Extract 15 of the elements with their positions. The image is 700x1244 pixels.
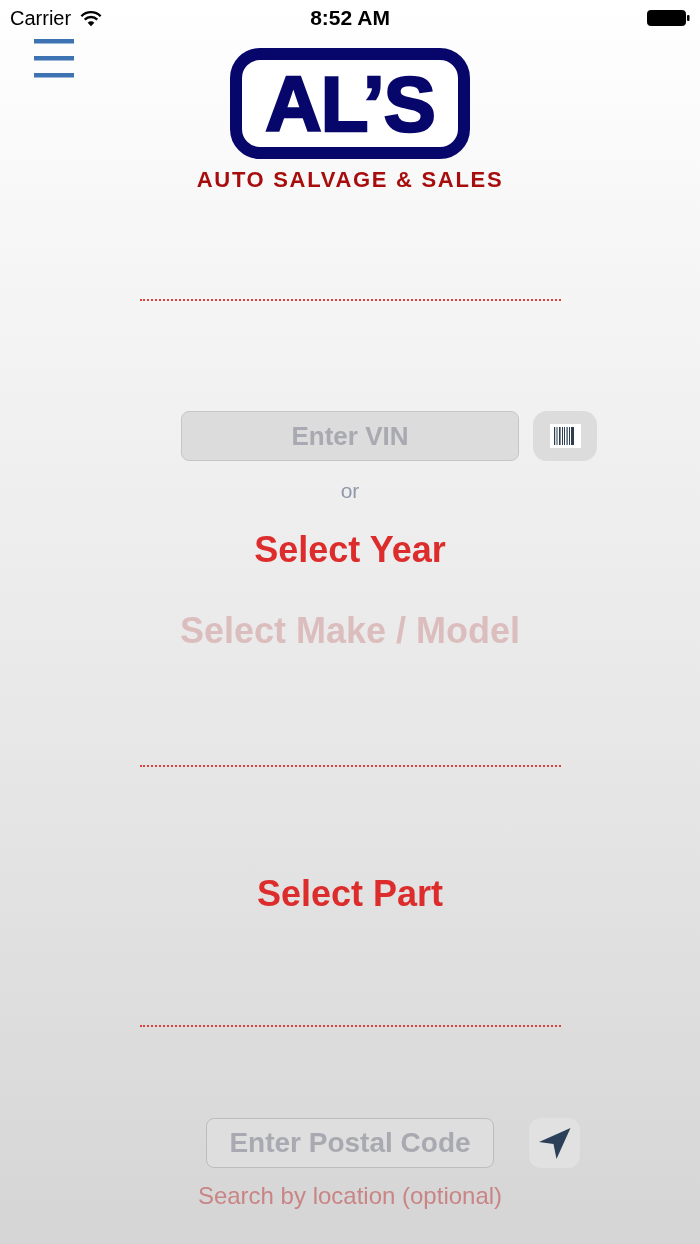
location-hint-text: Search by location (optional) — [197, 1183, 503, 1209]
picker-button[interactable]: Select Year — [250, 530, 450, 570]
wifi-icon — [80, 9, 103, 27]
clock-text: 8:52 AM — [310, 6, 390, 30]
battery-icon — [647, 10, 690, 26]
logo-tagline: AUTO SALVAGE & SALES — [196, 167, 504, 193]
picker-button[interactable]: Select Part — [252, 874, 448, 914]
logo-wordmark: AL’S — [230, 48, 470, 159]
barcode-scan-button[interactable] — [533, 411, 597, 461]
location-button[interactable] — [529, 1118, 580, 1168]
carrier-text: Carrier — [10, 6, 72, 30]
navigation-arrow-icon — [538, 1127, 571, 1159]
or-separator-text: or — [340, 479, 360, 503]
barcode-icon — [549, 424, 581, 448]
menu-icon[interactable] — [34, 38, 74, 78]
